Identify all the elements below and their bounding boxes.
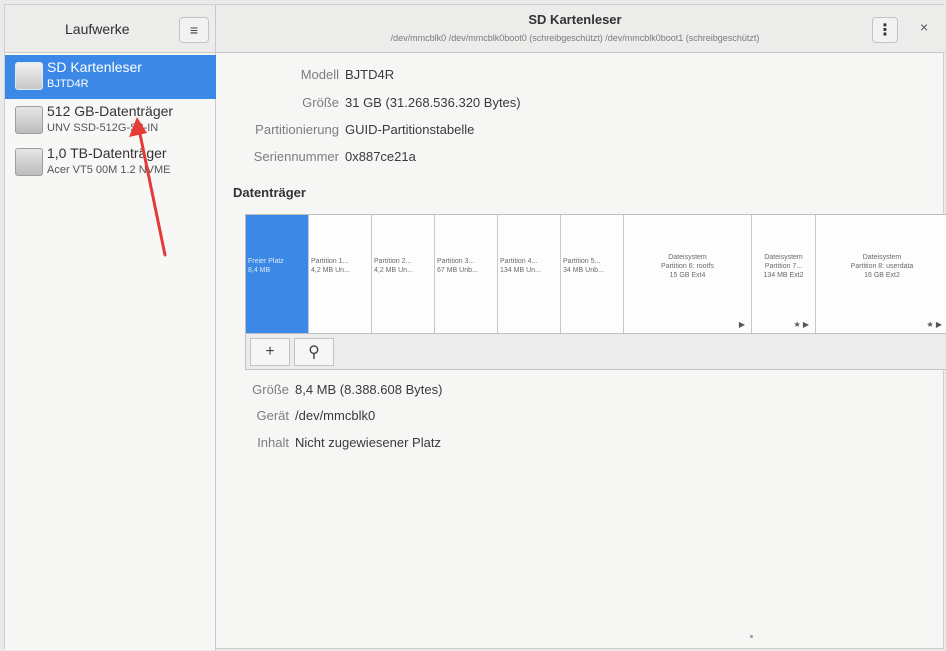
volume-partition-5[interactable]: Partition 5... 34 MB Unb... bbox=[561, 215, 624, 333]
volume-partition-1[interactable]: Partition 1... 4,2 MB Un... bbox=[309, 215, 372, 333]
volume-line: 134 MB Un... bbox=[500, 267, 541, 274]
prop-label: Partitionierung bbox=[255, 122, 339, 137]
volume-line: Partition 4... bbox=[500, 258, 538, 265]
volume-line: 16 GB Ext2 bbox=[864, 272, 900, 279]
volume-line: Dateisystem bbox=[668, 254, 707, 261]
vol-prop-size: Größe 8,4 MB (8.388.608 Bytes) bbox=[217, 382, 945, 402]
volume-line: Partition 3... bbox=[437, 258, 475, 265]
settings-icon: ⚲ bbox=[308, 344, 320, 361]
drive-icon bbox=[15, 62, 43, 90]
prop-serial: Seriennummer 0x887ce21a bbox=[217, 149, 945, 169]
volume-line: Freier Platz bbox=[248, 258, 284, 265]
volumes-map: Freier Platz 8,4 MB Partition 1... 4,2 MB … bbox=[245, 214, 946, 334]
volume-partition-7[interactable]: Dateisystem Partition 7... 134 MB Ext2 ★ ▶ bbox=[752, 215, 816, 333]
volume-line: 15 GB Ext4 bbox=[669, 272, 706, 279]
red-arrow-annotation bbox=[129, 117, 167, 257]
drive-icon bbox=[15, 148, 43, 176]
play-icon: ▶ bbox=[738, 320, 745, 329]
prop-label: Größe bbox=[252, 382, 289, 397]
volume-free-space[interactable]: Freier Platz 8,4 MB bbox=[246, 215, 309, 333]
screen-dot bbox=[750, 635, 753, 638]
prop-label: Modell bbox=[300, 67, 339, 82]
sidebar-header: Laufwerke ≡ bbox=[5, 5, 216, 53]
prop-partitioning: Partitionierung GUID-Partitionstabelle bbox=[217, 122, 945, 142]
volume-partition-3[interactable]: Partition 3... 67 MB Unb... bbox=[435, 215, 498, 333]
header-bar: Laufwerke ≡ SD Kartenleser /dev/mmcblk0 … bbox=[5, 5, 945, 53]
volume-partition-8-userdata[interactable]: Dateisystem Partition 8: userdata 16 GB Ex… bbox=[816, 215, 946, 333]
volume-partition-6-rootfs[interactable]: Dateisystem Partition 6: rootfs 15 GB Ext4… bbox=[624, 215, 752, 333]
drive-menu-button[interactable]: ⋮ bbox=[872, 17, 898, 43]
disks-window: Laufwerke ≡ SD Kartenleser /dev/mmcblk0 … bbox=[4, 4, 946, 650]
volume-line: 4,2 MB Un... bbox=[311, 267, 350, 274]
prop-value: 0x887ce21a bbox=[345, 149, 416, 164]
kebab-menu-icon: ⋮ bbox=[877, 22, 893, 39]
volume-line: 8,4 MB bbox=[248, 267, 271, 274]
volume-line: Partition 6: rootfs bbox=[661, 263, 714, 270]
volume-partition-4[interactable]: Partition 4... 134 MB Un... bbox=[498, 215, 561, 333]
volume-line: Partition 2... bbox=[374, 258, 412, 265]
drive-icon bbox=[15, 106, 43, 134]
drive-name: SD Kartenleser bbox=[47, 59, 142, 75]
prop-value: 31 GB (31.268.536.320 Bytes) bbox=[345, 95, 521, 110]
prop-size: Größe 31 GB (31.268.536.320 Bytes) bbox=[217, 95, 945, 115]
volume-line: 34 MB Unb... bbox=[563, 267, 604, 274]
prop-label: Größe bbox=[302, 95, 339, 110]
star-play-icon: ★ ▶ bbox=[793, 320, 809, 329]
sidebar-item-sd-kartenleser[interactable]: SD Kartenleser BJTD4R bbox=[5, 55, 216, 99]
prop-label: Inhalt bbox=[257, 435, 289, 450]
volume-line: 4,2 MB Un... bbox=[374, 267, 413, 274]
prop-value: /dev/mmcblk0 bbox=[295, 408, 376, 423]
plus-icon: + bbox=[265, 343, 275, 360]
prop-model: Modell BJTD4R bbox=[217, 67, 945, 87]
close-icon: × bbox=[920, 19, 929, 35]
partition-settings-button[interactable]: ⚲ bbox=[294, 338, 334, 366]
volume-line: 134 MB Ext2 bbox=[763, 272, 804, 279]
volume-line: Partition 1... bbox=[311, 258, 349, 265]
prop-label: Gerät bbox=[256, 408, 289, 423]
volume-line: Partition 7... bbox=[764, 263, 803, 270]
vol-prop-device: Gerät /dev/mmcblk0 bbox=[217, 408, 945, 428]
volume-partition-2[interactable]: Partition 2... 4,2 MB Un... bbox=[372, 215, 435, 333]
sidebar-title: Laufwerke bbox=[65, 21, 130, 37]
star-play-icon: ★ ▶ bbox=[926, 320, 942, 329]
window-title: SD Kartenleser bbox=[528, 12, 622, 27]
volume-line: Dateisystem bbox=[862, 254, 902, 261]
volume-line: 67 MB Unb... bbox=[437, 267, 478, 274]
prop-value: GUID-Partitionstabelle bbox=[345, 122, 475, 137]
prop-value: 8,4 MB (8.388.608 Bytes) bbox=[295, 382, 443, 397]
volume-line: Dateisystem bbox=[764, 254, 803, 261]
volume-line: Partition 5... bbox=[563, 258, 601, 265]
window-subtitle: /dev/mmcblk0 /dev/mmcblk0boot0 (schreibg… bbox=[390, 33, 760, 43]
volume-toolbar: + ⚲ bbox=[245, 334, 946, 370]
hamburger-menu-button[interactable]: ≡ bbox=[179, 17, 209, 43]
hamburger-icon: ≡ bbox=[189, 22, 199, 38]
main-panel: Modell BJTD4R Größe 31 GB (31.268.536.32… bbox=[217, 53, 946, 650]
vol-prop-content: Inhalt Nicht zugewiesener Platz bbox=[217, 435, 945, 455]
prop-label: Seriennummer bbox=[253, 149, 339, 164]
prop-value: Nicht zugewiesener Platz bbox=[295, 435, 441, 450]
prop-value: BJTD4R bbox=[345, 67, 395, 82]
drive-model: BJTD4R bbox=[47, 78, 89, 90]
volumes-section-title: Datenträger bbox=[233, 185, 306, 200]
volume-line: Partition 8: userdata bbox=[850, 263, 914, 270]
close-button[interactable]: × bbox=[920, 19, 928, 35]
add-partition-button[interactable]: + bbox=[250, 338, 290, 366]
